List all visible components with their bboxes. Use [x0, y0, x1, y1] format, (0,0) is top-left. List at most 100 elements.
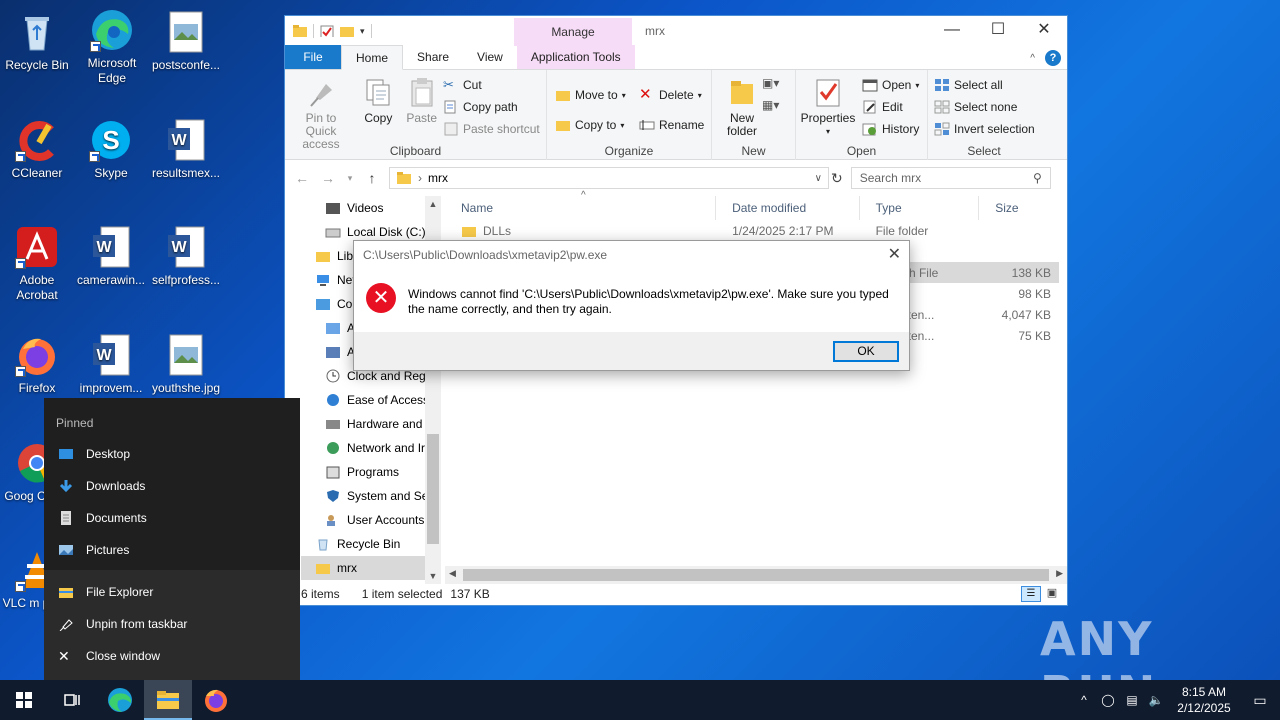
properties-icon[interactable] [320, 25, 334, 37]
nav-item-videos[interactable]: Videos [301, 196, 441, 220]
new-group: New folder ▣▾ ▦▾ New [712, 70, 796, 160]
nav-item-user-accounts[interactable]: User Accounts [301, 508, 441, 532]
scroll-down-icon[interactable]: ▼ [425, 568, 441, 584]
address-dropdown-icon[interactable]: ∨ [815, 173, 822, 184]
desktop-icon-firefox[interactable]: Firefox [1, 333, 73, 396]
jumplist-item-pictures[interactable]: Pictures [44, 534, 300, 566]
desktop-icon-youthshe[interactable]: youthshe.jpg [150, 333, 222, 396]
desktop-icon-selfprofess[interactable]: W selfprofess... [150, 225, 222, 288]
ok-button[interactable]: OK [833, 341, 899, 362]
address-bar[interactable]: › mrx ∨ [389, 167, 829, 189]
table-row[interactable]: DLLs 1/24/2025 2:17 PM File folder [445, 220, 1059, 241]
nav-item-network-internet[interactable]: Network and Ir [301, 436, 441, 460]
nav-item-hardware[interactable]: Hardware and [301, 412, 441, 436]
nav-item-system-security[interactable]: System and Sec [301, 484, 441, 508]
network-icon[interactable]: ▤ [1120, 693, 1144, 707]
customize-toolbar-icon[interactable]: ▾ [360, 26, 365, 37]
jumplist-item-unpin[interactable]: Unpin from taskbar [44, 608, 300, 640]
taskbar-firefox-button[interactable] [192, 680, 240, 720]
nav-item-mrx[interactable]: mrx [301, 556, 441, 580]
jumplist-item-downloads[interactable]: Downloads [44, 470, 300, 502]
desktop-icon-resultsmex[interactable]: W resultsmex... [150, 118, 222, 181]
large-icons-view-icon[interactable]: ▣ [1043, 586, 1061, 602]
dialog-close-icon[interactable]: ✕ [888, 241, 901, 269]
desktop-icon-label: Recycle Bin [5, 58, 69, 72]
new-folder-button[interactable]: New folder [720, 74, 764, 138]
horizontal-scrollbar[interactable]: ◀ ▶ [445, 566, 1067, 584]
edit-button[interactable]: Edit [862, 96, 919, 118]
cut-button[interactable]: ✂ Cut [443, 74, 540, 96]
pin-quick-access-button[interactable]: Pin to Quick access [289, 74, 353, 151]
tab-application-tools[interactable]: Application Tools [516, 45, 635, 69]
column-date-modified[interactable]: Date modified [716, 196, 860, 220]
back-arrow-icon[interactable]: ← [293, 170, 311, 186]
horizontal-scroll-thumb[interactable] [463, 569, 1049, 581]
collapse-ribbon-icon[interactable]: ^ [1030, 53, 1035, 64]
nav-item-programs[interactable]: Programs [301, 460, 441, 484]
details-view-icon[interactable]: ☰ [1021, 586, 1041, 602]
network-status-icon[interactable]: ◯ [1096, 693, 1120, 707]
jumplist-item-documents[interactable]: Documents [44, 502, 300, 534]
jumplist-item-desktop[interactable]: Desktop [44, 438, 300, 470]
scroll-right-icon[interactable]: ▶ [1056, 568, 1063, 579]
select-none-button[interactable]: Select none [934, 96, 1035, 118]
copy-path-button[interactable]: Copy path [443, 96, 540, 118]
new-folder-icon[interactable] [340, 25, 354, 37]
rename-button[interactable]: Rename [639, 114, 704, 136]
desktop-icon-improvem[interactable]: W improvem... [75, 333, 147, 396]
invert-selection-button[interactable]: Invert selection [934, 118, 1035, 140]
move-to-button[interactable]: Move to ▾ [555, 84, 626, 106]
notifications-icon[interactable]: ▭ [1240, 692, 1280, 709]
manage-context-tab[interactable]: Manage [514, 18, 632, 46]
select-all-button[interactable]: Select all [934, 74, 1035, 96]
organize-group: Move to ▾ Copy to ▾ ✕ Delete ▾ Rename Organ… [547, 70, 712, 160]
tab-share[interactable]: Share [403, 45, 463, 69]
desktop-icon-ccleaner[interactable]: CCleaner [1, 118, 73, 181]
copy-to-button[interactable]: Copy to ▾ [555, 114, 626, 136]
desktop-icon-edge[interactable]: Microsoft Edge [76, 8, 148, 86]
refresh-icon[interactable]: ↻ [831, 170, 843, 187]
desktop-icon-adobe-acrobat[interactable]: Adobe Acrobat [1, 225, 73, 303]
nav-scroll-thumb[interactable] [427, 434, 439, 544]
history-button[interactable]: History [862, 118, 919, 140]
help-icon[interactable]: ? [1045, 50, 1061, 66]
maximize-button[interactable]: ☐ [975, 16, 1021, 46]
minimize-button[interactable]: — [929, 16, 975, 46]
desktop-icon-recycle-bin[interactable]: Recycle Bin [1, 10, 73, 73]
delete-button[interactable]: ✕ Delete ▾ [639, 84, 704, 106]
start-button[interactable] [0, 680, 48, 720]
breadcrumb-mrx[interactable]: mrx [428, 171, 448, 185]
taskbar-edge-button[interactable] [96, 680, 144, 720]
copy-button[interactable]: Copy [360, 74, 396, 125]
search-input[interactable]: Search mrx ⚲ [850, 167, 1051, 189]
easy-access-icon[interactable]: ▦▾ [762, 98, 779, 112]
open-button[interactable]: Open ▾ [862, 74, 919, 96]
paste-button[interactable]: Paste [404, 74, 440, 125]
recent-locations-icon[interactable]: ▾ [345, 173, 355, 184]
tab-home[interactable]: Home [341, 45, 404, 70]
new-item-icon[interactable]: ▣▾ [762, 76, 779, 90]
nav-item-recycle-bin[interactable]: Recycle Bin [301, 532, 441, 556]
paste-shortcut-button[interactable]: Paste shortcut [443, 118, 540, 140]
forward-arrow-icon[interactable]: → [319, 170, 337, 186]
desktop-icon-camerawin[interactable]: W camerawin... [75, 225, 147, 288]
desktop-icon-postsconfe[interactable]: postsconfe... [150, 10, 222, 73]
tab-file[interactable]: File [285, 45, 341, 69]
jumplist-item-close-window[interactable]: ✕ Close window [44, 640, 300, 672]
close-button[interactable]: ✕ [1021, 16, 1067, 46]
scroll-up-icon[interactable]: ▲ [425, 196, 441, 212]
desktop-icon-skype[interactable]: S Skype [75, 118, 147, 181]
task-view-button[interactable] [48, 680, 96, 720]
nav-item-ease-of-access[interactable]: Ease of Access [301, 388, 441, 412]
volume-icon[interactable]: 🔈 [1144, 693, 1168, 707]
column-type[interactable]: Type [860, 196, 980, 220]
taskbar-file-explorer-button[interactable] [144, 680, 192, 720]
scroll-left-icon[interactable]: ◀ [449, 568, 456, 579]
properties-button[interactable]: Properties ▾ [800, 74, 856, 138]
show-hidden-icons-icon[interactable]: ^ [1072, 693, 1096, 707]
up-arrow-icon[interactable]: ↑ [363, 170, 381, 186]
tab-view[interactable]: View [463, 45, 517, 69]
jumplist-item-file-explorer[interactable]: File Explorer [44, 576, 300, 608]
column-size[interactable]: Size [979, 196, 1059, 220]
taskbar-clock[interactable]: 8:15 AM 2/12/2025 [1168, 684, 1240, 716]
